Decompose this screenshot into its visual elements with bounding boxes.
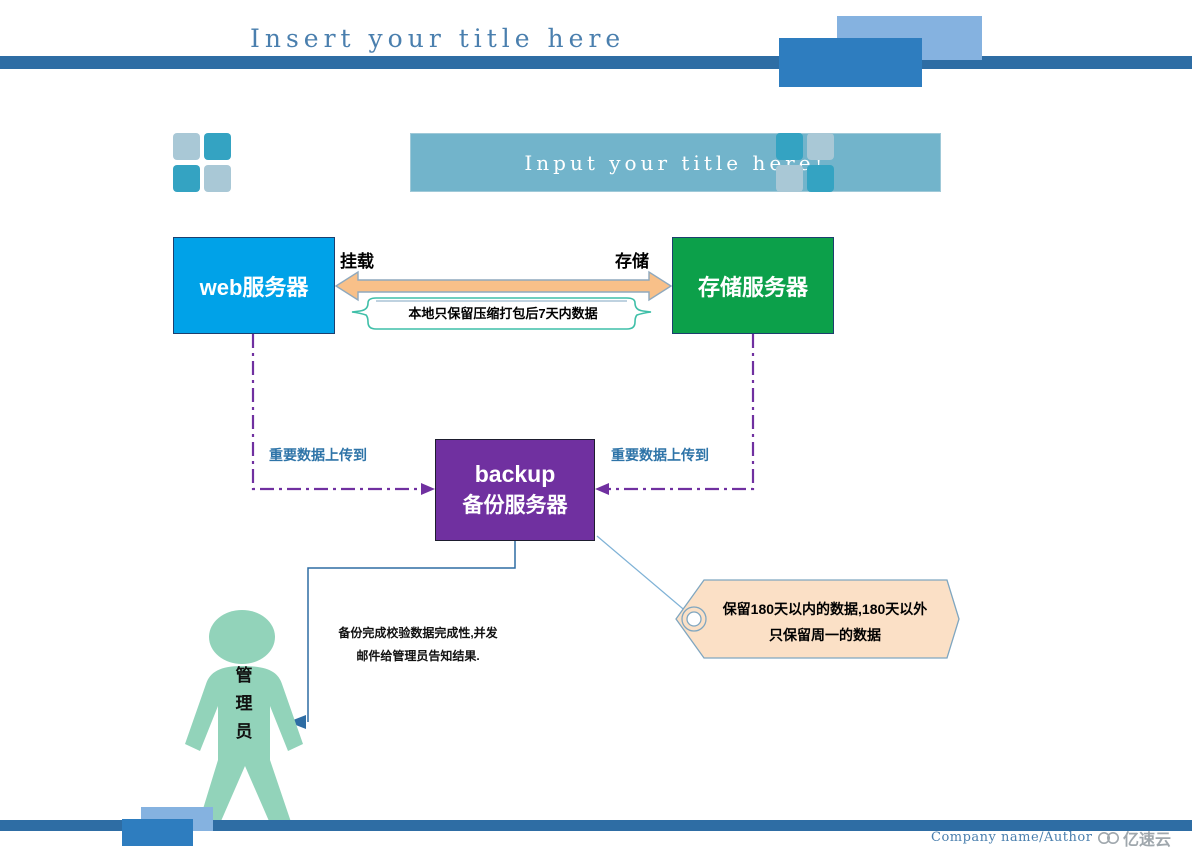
edge-label-store: 存储 — [615, 252, 649, 271]
edge-label-mount: 挂载 — [340, 252, 374, 271]
admin-label-char-1: 管 — [235, 666, 253, 686]
web-to-backup-arrowhead — [421, 483, 435, 495]
node-storage-server[interactable]: 存储服务器 — [672, 237, 834, 334]
admin-label-char-2: 理 — [235, 694, 253, 715]
node-storage-server-label: 存储服务器 — [697, 274, 808, 300]
tag-callout-ring-inner — [686, 611, 702, 627]
tag-callout-text-line2: 只保留周一的数据 — [769, 626, 881, 643]
storage-to-backup-arrowhead — [595, 483, 609, 495]
admin-note-text: 备份完成校验数据完成性,并发 邮件给管理员告知结果. — [318, 622, 518, 668]
edge-label-upload-left: 重要数据上传到 — [269, 447, 367, 463]
node-backup-server-label-en: backup — [474, 461, 556, 488]
tag-callout-text-line1: 保留180天以内的数据,180天以外 — [722, 601, 928, 617]
admin-figure-head — [209, 610, 275, 664]
storage-to-backup-connector — [606, 334, 755, 491]
web-to-backup-connector — [251, 334, 424, 491]
brace-callout-text: 本地只保留压缩打包后7天内数据 — [408, 306, 598, 321]
mount-store-double-arrow — [334, 270, 673, 302]
admin-note-line2: 邮件给管理员告知结果. — [356, 648, 480, 663]
watermark-text: 亿速云 — [1123, 832, 1172, 849]
slide-canvas: Insert your title here Input your title … — [0, 0, 1192, 850]
cloud-icon — [1098, 832, 1119, 844]
node-backup-server[interactable]: backup 备份服务器 — [435, 439, 595, 541]
admin-label-char-3: 员 — [235, 722, 253, 743]
footer-company-name: Company name/Author — [931, 830, 1093, 845]
node-web-server-label: web服务器 — [199, 274, 309, 300]
tag-callout-text: 保留180天以内的数据,180天以外 只保留周一的数据 — [700, 597, 950, 649]
admin-figure-label: 管 理 员 — [227, 662, 261, 746]
node-backup-server-label-cn: 备份服务器 — [462, 494, 568, 518]
watermark: 亿速云 — [1098, 826, 1171, 850]
edge-label-upload-right: 重要数据上传到 — [611, 447, 709, 463]
node-web-server[interactable]: web服务器 — [173, 237, 335, 334]
bottom-decorative-block-dark — [122, 819, 193, 846]
admin-note-line1: 备份完成校验数据完成性,并发 — [338, 626, 498, 640]
diagram-connectors — [185, 270, 960, 828]
backup-to-tag-leader-line — [596, 535, 696, 620]
